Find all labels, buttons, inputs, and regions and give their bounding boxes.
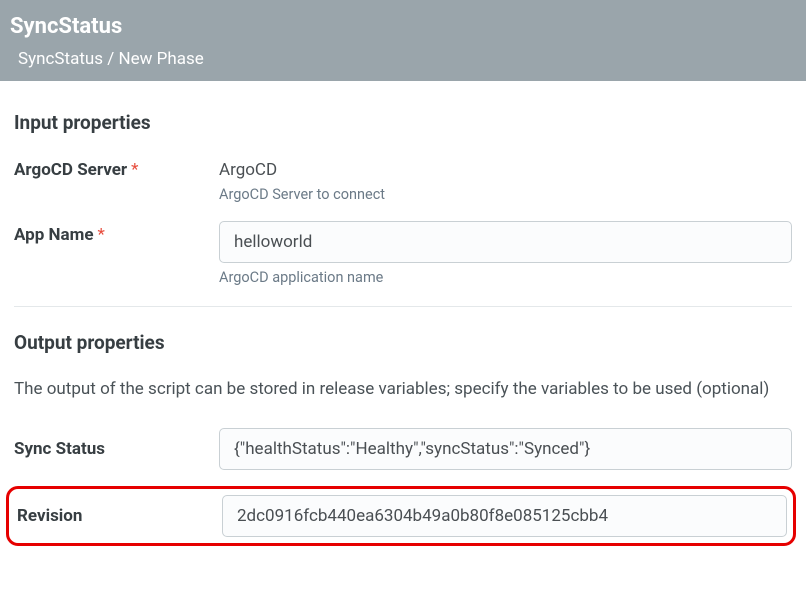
app-name-value-col: ArgoCD application name — [219, 221, 792, 286]
app-name-row: App Name* ArgoCD application name — [14, 221, 792, 286]
page-title: SyncStatus — [10, 14, 796, 39]
revision-label: Revision — [15, 506, 222, 526]
argocd-server-row: ArgoCD Server* ArgoCD ArgoCD Server to c… — [14, 156, 792, 203]
argocd-server-value[interactable]: ArgoCD — [219, 156, 792, 180]
breadcrumb: SyncStatus / New Phase — [10, 49, 796, 69]
argocd-server-help: ArgoCD Server to connect — [219, 186, 792, 203]
argocd-server-label: ArgoCD Server* — [14, 156, 219, 180]
sync-status-label: Sync Status — [14, 439, 219, 459]
page-header: SyncStatus SyncStatus / New Phase — [0, 0, 806, 81]
revision-row: Revision — [15, 495, 787, 537]
input-section-title: Input properties — [14, 111, 792, 134]
app-name-label: App Name* — [14, 221, 219, 245]
app-name-label-text: App Name — [14, 225, 94, 245]
revision-input[interactable] — [222, 495, 787, 537]
revision-highlight: Revision — [6, 486, 796, 546]
argocd-server-label-text: ArgoCD Server — [14, 160, 127, 180]
required-asterisk: * — [131, 160, 138, 180]
argocd-server-value-col: ArgoCD ArgoCD Server to connect — [219, 156, 792, 203]
section-divider — [14, 306, 792, 307]
required-asterisk: * — [98, 225, 105, 245]
sync-status-input[interactable] — [219, 428, 792, 470]
content-area: Input properties ArgoCD Server* ArgoCD A… — [0, 81, 806, 566]
app-name-help: ArgoCD application name — [219, 269, 792, 286]
sync-status-row: Sync Status — [14, 428, 792, 470]
output-section-title: Output properties — [14, 331, 792, 354]
output-section-description: The output of the script can be stored i… — [14, 376, 792, 402]
app-name-input[interactable] — [219, 221, 792, 263]
